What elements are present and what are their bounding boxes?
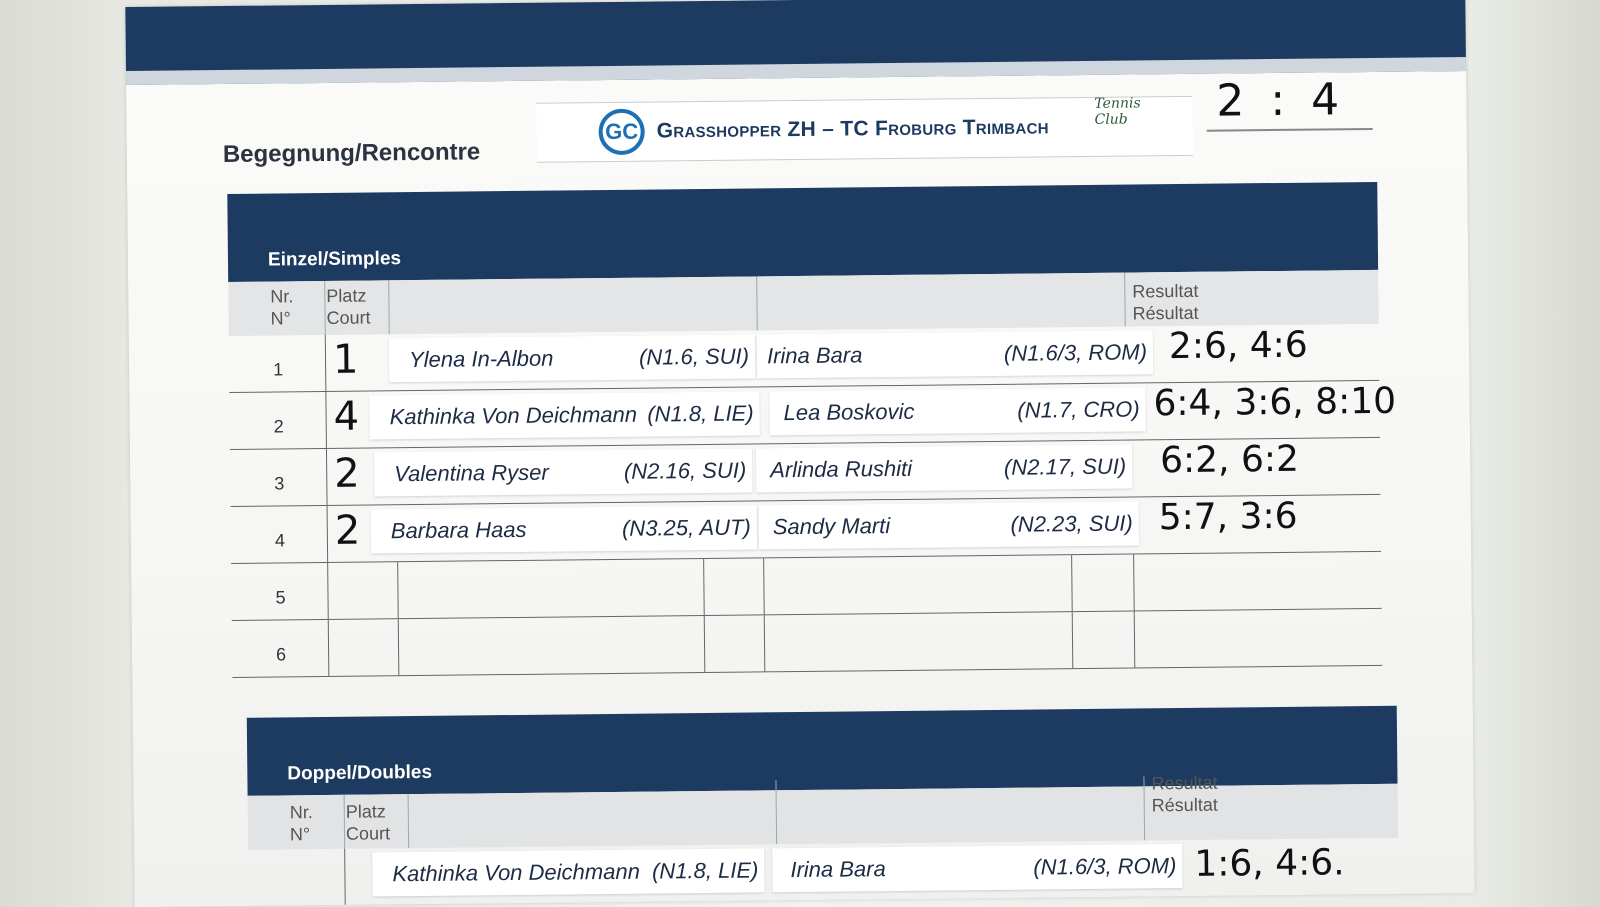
doubles-header: Doppel/Doubles xyxy=(246,705,1398,796)
col-nr-label-fr: N° xyxy=(289,824,311,845)
home-player-rank: (N2.16, SUI) xyxy=(623,457,747,484)
row-divider xyxy=(327,562,329,619)
col-result: Resultat Résultat xyxy=(1132,280,1199,325)
col-nr: Nr. N° xyxy=(290,801,313,845)
col-result-label-fr: Résultat xyxy=(1151,794,1218,816)
row-divider xyxy=(324,334,327,391)
row-number: 1 xyxy=(273,359,284,380)
home-player-name: Kathinka Von Deichmann xyxy=(392,858,640,887)
row-court: 4 xyxy=(333,393,360,440)
home-player-slip: Ylena In-Albon (N1.6, SUI) xyxy=(388,334,756,383)
singles-rows: 1 1 Ylena In-Albon (N1.6, SUI) Irina Bar… xyxy=(228,323,1396,678)
col-nr: Nr. N° xyxy=(270,285,293,329)
col-result-label: Resultat xyxy=(1132,280,1199,302)
row-number: 5 xyxy=(275,587,286,608)
home-player-name: Barbara Haas xyxy=(390,516,527,544)
row-number: 3 xyxy=(274,473,285,494)
row-result: 2:6, 4:6 xyxy=(1168,324,1308,368)
match-title: Grasshopper ZH – TC Froburg Trimbach xyxy=(656,115,1049,143)
away-player-rank: (N1.7, CRO) xyxy=(1017,396,1140,423)
home-player-slip: Valentina Ryser (N2.16, SUI) xyxy=(374,448,753,497)
singles-section: Einzel/Simples Nr. N° Platz Court Result… xyxy=(227,181,1396,678)
row-divider xyxy=(703,559,705,616)
home-player-rank: (N1.6, SUI) xyxy=(638,343,750,370)
home-player-slip: Kathinka Von Deichmann (N1.8, LIE) xyxy=(369,391,760,440)
away-player-name: Sandy Marti xyxy=(772,513,891,540)
away-player-slip: Irina Bara (N1.6/3, ROM) xyxy=(756,330,1154,379)
row-number: 6 xyxy=(276,644,287,665)
results-sheet: Begegnung/Rencontre GC Grasshopper ZH – … xyxy=(125,0,1475,907)
home-player-slip: Kathinka Von Deichmann (N1.8, LIE) xyxy=(372,848,765,897)
away-player-name: Arlinda Rushiti xyxy=(770,455,913,483)
col-result-label: Resultat xyxy=(1151,772,1218,794)
home-player-name: Ylena In-Albon xyxy=(408,345,554,373)
row-number: 4 xyxy=(274,530,286,551)
away-player-rank: (N1.6/3, ROM) xyxy=(1033,853,1177,880)
col-nr-label: Nr. xyxy=(270,286,294,307)
away-player-rank: (N1.6/3, ROM) xyxy=(1003,339,1148,366)
away-player-name: Irina Bara xyxy=(766,342,863,369)
row-divider xyxy=(344,848,346,905)
away-player-slip: Sandy Marti (N2.23, SUI) xyxy=(758,501,1140,550)
doubles-section: Doppel/Doubles Nr. N° Platz Court Result… xyxy=(246,705,1399,906)
row-divider xyxy=(1133,554,1135,611)
row-divider xyxy=(703,616,706,673)
col-court-label: Platz xyxy=(345,801,386,822)
col-nr-label: Nr. xyxy=(289,802,313,823)
col-divider xyxy=(1143,776,1146,841)
singles-column-headers: Nr. N° Platz Court Resultat Résultat xyxy=(228,238,1379,336)
row-court: 2 xyxy=(334,507,361,554)
score-underline xyxy=(1206,127,1373,132)
row-result: 5:7, 3:6 xyxy=(1158,495,1298,539)
row-divider xyxy=(1071,612,1074,669)
tennis-club-logo-icon: Tennis Club xyxy=(1094,95,1141,128)
row-divider xyxy=(397,619,400,676)
col-divider xyxy=(775,780,778,845)
home-player-name: Kathinka Von Deichmann xyxy=(389,401,638,430)
row-divider xyxy=(763,615,766,672)
row-divider xyxy=(325,391,327,448)
row-divider xyxy=(763,558,765,615)
row-result: 1:6, 4:6. xyxy=(1194,842,1345,885)
col-court-label: Platz xyxy=(326,285,367,306)
row-court: 1 xyxy=(332,336,359,383)
row-court: 2 xyxy=(333,450,360,497)
match-label: Begegnung/Rencontre xyxy=(222,138,481,169)
away-player-name: Irina Bara xyxy=(790,856,886,883)
row-result: 6:2, 6:2 xyxy=(1159,438,1300,482)
away-player-slip: Irina Bara (N1.6/3, ROM) xyxy=(772,844,1183,893)
row-result: 6:4, 3:6, 8:10 xyxy=(1153,380,1397,425)
row-divider xyxy=(1071,555,1073,612)
table-row: Kathinka Von Deichmann (N1.8, LIE) Irina… xyxy=(248,838,1399,906)
home-player-name: Valentina Ryser xyxy=(394,459,549,487)
row-number: 2 xyxy=(273,416,284,437)
home-player-rank: (N1.8, LIE) xyxy=(651,857,759,884)
match-score: 2 : 4 xyxy=(1216,74,1346,127)
row-divider xyxy=(325,448,328,505)
home-player-slip: Barbara Haas (N3.25, AUT) xyxy=(370,505,758,554)
row-divider xyxy=(326,505,329,562)
table-row: 6 xyxy=(231,608,1383,678)
away-player-slip: Lea Boskovic (N1.7, CRO) xyxy=(769,387,1146,436)
doubles-title: Doppel/Doubles xyxy=(287,761,433,785)
row-divider xyxy=(397,562,399,619)
away-player-slip: Arlinda Rushiti (N2.17, SUI) xyxy=(755,444,1133,493)
col-nr-label-fr: N° xyxy=(270,308,291,329)
row-divider xyxy=(1133,611,1136,668)
sheet-header-band xyxy=(125,0,1467,86)
away-player-name: Lea Boskovic xyxy=(783,398,915,426)
col-court-label-fr: Court xyxy=(345,823,391,844)
home-player-rank: (N1.8, LIE) xyxy=(647,400,754,427)
col-result: Resultat Résultat xyxy=(1151,772,1218,817)
col-divider xyxy=(407,794,410,849)
col-result-label-fr: Résultat xyxy=(1132,302,1199,324)
col-court-label-fr: Court xyxy=(326,307,371,328)
home-player-rank: (N3.25, AUT) xyxy=(621,514,751,541)
col-court: Platz Court xyxy=(346,800,390,844)
col-court: Platz Court xyxy=(326,284,370,328)
grasshopper-logo-icon: GC xyxy=(598,108,645,156)
away-player-rank: (N2.17, SUI) xyxy=(1003,453,1127,480)
away-player-rank: (N2.23, SUI) xyxy=(1010,510,1133,537)
row-divider xyxy=(327,619,330,676)
